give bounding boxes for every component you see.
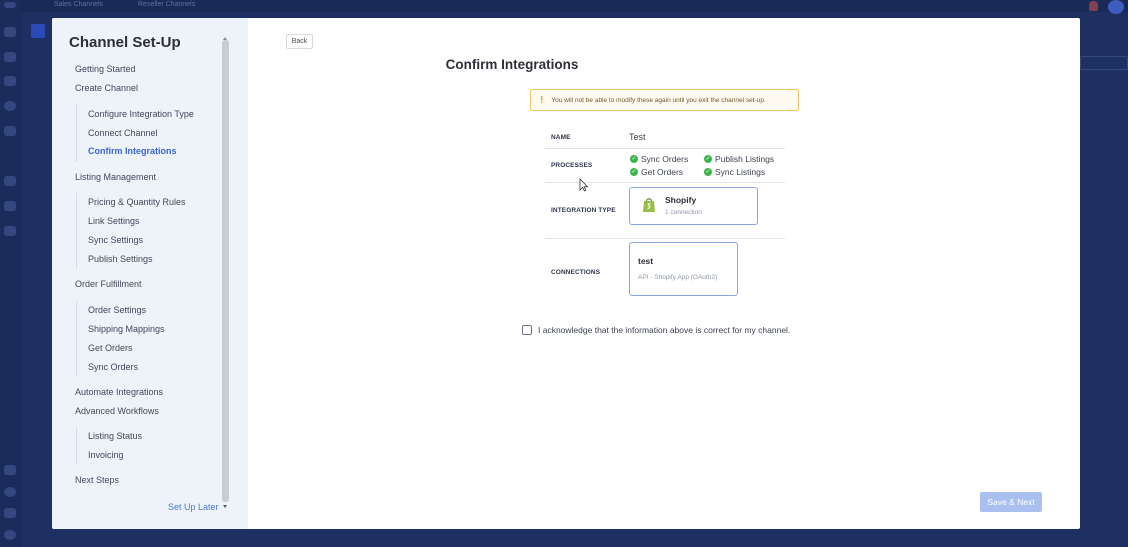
- warning-banner: ! You will not be able to modify these a…: [530, 89, 799, 111]
- sidebar-item-shipping-mappings[interactable]: Shipping Mappings: [88, 324, 165, 334]
- warning-text: You will not be able to modify these aga…: [551, 96, 766, 104]
- background-breadcrumb-2: Reseller Channels: [138, 1, 196, 8]
- sidebar-item-getting-started[interactable]: Getting Started: [75, 64, 136, 74]
- sidebar-item-order-fulfillment[interactable]: Order Fulfillment: [75, 279, 142, 289]
- background-field: [1080, 56, 1128, 70]
- check-circle-icon: ✓: [704, 155, 712, 163]
- save-next-button[interactable]: Save & Next: [980, 492, 1042, 512]
- integration-type-label: INTEGRATION TYPE: [551, 207, 616, 214]
- name-label: NAME: [551, 134, 571, 141]
- background-top-bar: Sales Channels Reseller Channels: [0, 0, 1128, 12]
- inbox-icon: [4, 76, 16, 86]
- bell-icon: [1089, 1, 1098, 11]
- sidebar-item-order-settings[interactable]: Order Settings: [88, 305, 146, 315]
- processes-label: PROCESSES: [551, 162, 593, 169]
- name-value: Test: [629, 132, 646, 142]
- connections-label: CONNECTIONS: [551, 269, 601, 276]
- shopify-bag-icon: [643, 198, 655, 212]
- tag-icon: [4, 52, 16, 62]
- caret-down-icon[interactable]: [223, 505, 227, 508]
- sidebar-item-advanced-workflows[interactable]: Advanced Workflows: [75, 406, 159, 416]
- connection-type: API - Shopify App (OAuth2): [638, 274, 718, 281]
- check-circle-icon: ✓: [630, 168, 638, 176]
- process-item: ✓ Get Orders: [630, 167, 684, 177]
- sub-group-line: [76, 104, 77, 162]
- chat-icon: [4, 465, 16, 475]
- process-item: ✓ Sync Orders: [630, 154, 689, 164]
- sidebar-item-confirm-integrations[interactable]: Confirm Integrations: [88, 146, 177, 156]
- doc-icon: [4, 176, 16, 186]
- background-breadcrumb-1: Sales Channels: [54, 1, 104, 8]
- process-item: ✓ Publish Listings: [704, 154, 775, 164]
- setup-sidebar: Channel Set-Up Getting Started Create Ch…: [52, 18, 248, 529]
- sidebar-item-link-settings[interactable]: Link Settings: [88, 216, 140, 226]
- sidebar-item-pricing-quantity-rules[interactable]: Pricing & Quantity Rules: [88, 197, 186, 207]
- cart-icon: [4, 201, 16, 211]
- acknowledge-row[interactable]: I acknowledge that the information above…: [522, 325, 790, 335]
- users-icon: [4, 126, 16, 136]
- integration-card: Shopify 1 connection: [629, 187, 758, 225]
- connection-name: test: [638, 256, 654, 266]
- divider: [545, 238, 785, 239]
- process-item: ✓ Sync Listings: [704, 167, 766, 177]
- integration-name: Shopify: [665, 195, 697, 205]
- sub-group-line: [76, 427, 77, 465]
- acknowledge-label[interactable]: I acknowledge that the information above…: [538, 325, 790, 335]
- chart-icon: [4, 101, 16, 111]
- sidebar-item-connect-channel[interactable]: Connect Channel: [88, 128, 158, 138]
- sidebar-item-automate-integrations[interactable]: Automate Integrations: [75, 387, 163, 397]
- sidebar-item-sync-orders[interactable]: Sync Orders: [88, 362, 138, 372]
- sidebar-scrollbar[interactable]: [222, 40, 229, 502]
- sidebar-item-configure-integration-type[interactable]: Configure Integration Type: [88, 109, 194, 119]
- set-up-later-link[interactable]: Set Up Later: [168, 502, 219, 512]
- sidebar-item-listing-management[interactable]: Listing Management: [75, 172, 156, 182]
- sidebar-item-get-orders[interactable]: Get Orders: [88, 343, 133, 353]
- sidebar-title: Channel Set-Up: [69, 34, 181, 51]
- exclamation-icon: !: [540, 94, 544, 106]
- background-left-nav: [0, 0, 22, 547]
- sidebar-item-next-steps[interactable]: Next Steps: [75, 475, 119, 485]
- menu-icon: [4, 2, 16, 8]
- trend-icon: [4, 226, 16, 236]
- sidebar-item-listing-status[interactable]: Listing Status: [88, 431, 142, 441]
- sidebar-item-sync-settings[interactable]: Sync Settings: [88, 235, 143, 245]
- divider: [545, 148, 785, 149]
- sub-group-line: [76, 301, 77, 377]
- home-icon: [4, 27, 16, 37]
- back-button[interactable]: Back: [286, 34, 313, 49]
- sidebar-item-create-channel[interactable]: Create Channel: [75, 83, 138, 93]
- send-icon: [4, 508, 16, 518]
- help-icon: [4, 487, 16, 497]
- integration-connections-count: 1 connection: [665, 209, 702, 216]
- check-circle-icon: ✓: [704, 168, 712, 176]
- sub-group-line: [76, 193, 77, 269]
- sidebar-item-invoicing[interactable]: Invoicing: [88, 450, 124, 460]
- channel-setup-modal: Channel Set-Up Getting Started Create Ch…: [52, 18, 1080, 529]
- sidebar-item-publish-settings[interactable]: Publish Settings: [88, 254, 153, 264]
- acknowledge-checkbox[interactable]: [522, 325, 532, 335]
- background-add-icon: [31, 24, 45, 38]
- connection-card: test API - Shopify App (OAuth2): [629, 242, 738, 296]
- page-title: Confirm Integrations: [445, 57, 579, 72]
- avatar: [1108, 0, 1124, 14]
- check-circle-icon: ✓: [630, 155, 638, 163]
- mouse-cursor-icon: [579, 178, 589, 192]
- settings-icon: [4, 530, 16, 540]
